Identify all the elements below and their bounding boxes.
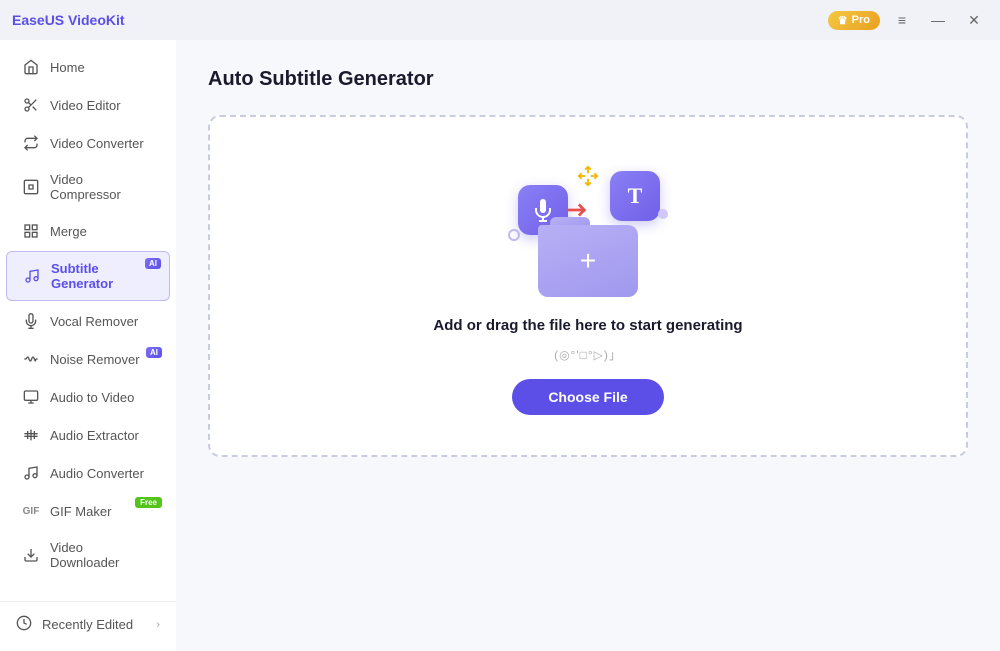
sidebar-item-label: Video Compressor: [50, 172, 154, 202]
subtitle-icon: [23, 267, 41, 285]
clock-icon: [16, 615, 32, 634]
recently-edited-label: Recently Edited: [42, 617, 133, 632]
chevron-right-icon: ›: [156, 619, 160, 631]
minimize-button[interactable]: —: [924, 6, 952, 34]
folder-body: +: [538, 225, 638, 297]
sidebar-item-video-editor[interactable]: Video Editor: [6, 87, 170, 123]
circle-decoration-1: [508, 229, 520, 241]
illustration: T +: [508, 157, 668, 297]
drop-zone[interactable]: T + Add or drag the file here to start g…: [208, 115, 968, 457]
sidebar-item-label: Subtitle Generator: [51, 261, 153, 291]
extractor-icon: [22, 426, 40, 444]
drop-zone-text: Add or drag the file here to start gener…: [433, 317, 742, 334]
merge-icon: [22, 222, 40, 240]
choose-file-button[interactable]: Choose File: [512, 379, 663, 415]
sidebar: Home Video Editor Video Converter Video …: [0, 40, 176, 651]
sidebar-item-audio-extractor[interactable]: Audio Extractor: [6, 417, 170, 453]
sidebar-item-video-converter[interactable]: Video Converter: [6, 125, 170, 161]
sidebar-item-label: Noise Remover: [50, 352, 140, 367]
app-body: Home Video Editor Video Converter Video …: [0, 40, 1000, 651]
download-icon: [22, 546, 40, 564]
main-content: Auto Subtitle Generator: [176, 40, 1000, 651]
sidebar-item-label: Vocal Remover: [50, 314, 138, 329]
sidebar-item-label: Audio Converter: [50, 466, 144, 481]
sidebar-item-label: Video Downloader: [50, 540, 154, 570]
gif-icon: GIF: [22, 502, 40, 520]
sidebar-item-audio-converter[interactable]: Audio Converter: [6, 455, 170, 491]
sidebar-item-label: Video Converter: [50, 136, 144, 151]
app-logo: EaseUS VideoKit: [12, 12, 125, 28]
page-title: Auto Subtitle Generator: [208, 68, 968, 91]
sidebar-item-merge[interactable]: Merge: [6, 213, 170, 249]
compress-icon: [577, 165, 599, 192]
sidebar-item-label: Audio Extractor: [50, 428, 139, 443]
t-card: T: [610, 171, 660, 221]
sidebar-item-label: Video Editor: [50, 98, 121, 113]
menu-button[interactable]: ≡: [888, 6, 916, 34]
audio-video-icon: [22, 388, 40, 406]
sidebar-bottom: Recently Edited ›: [0, 601, 176, 643]
sidebar-item-noise-remover[interactable]: Noise Remover AI: [6, 341, 170, 377]
free-badge: Free: [135, 497, 162, 508]
sidebar-item-video-compressor[interactable]: Video Compressor: [6, 163, 170, 211]
sidebar-item-label: Merge: [50, 224, 87, 239]
scissors-icon: [22, 96, 40, 114]
compressor-icon: [22, 178, 40, 196]
recently-edited-item[interactable]: Recently Edited ›: [0, 606, 176, 643]
ai-badge: AI: [145, 258, 161, 269]
sidebar-item-video-downloader[interactable]: Video Downloader: [6, 531, 170, 579]
home-icon: [22, 58, 40, 76]
folder-plus-icon: +: [580, 247, 596, 275]
close-button[interactable]: ✕: [960, 6, 988, 34]
converter-icon: [22, 134, 40, 152]
mic-icon: [22, 312, 40, 330]
circle-decoration-2: [658, 209, 668, 219]
sidebar-item-audio-to-video[interactable]: Audio to Video: [6, 379, 170, 415]
window-controls: ♛ Pro ≡ — ✕: [828, 6, 988, 34]
noise-icon: [22, 350, 40, 368]
sidebar-item-subtitle-generator[interactable]: Subtitle Generator AI: [6, 251, 170, 301]
sidebar-item-label: Audio to Video: [50, 390, 134, 405]
drop-zone-subtext: (◎°'□°▷)」: [554, 346, 622, 363]
ai-badge: AI: [146, 347, 162, 358]
titlebar: EaseUS VideoKit ♛ Pro ≡ — ✕: [0, 0, 1000, 40]
pro-badge[interactable]: ♛ Pro: [828, 11, 880, 30]
crown-icon: ♛: [838, 14, 848, 27]
sidebar-item-home[interactable]: Home: [6, 49, 170, 85]
sidebar-item-vocal-remover[interactable]: Vocal Remover: [6, 303, 170, 339]
sidebar-item-label: GIF Maker: [50, 504, 111, 519]
audio-icon: [22, 464, 40, 482]
sidebar-item-gif-maker[interactable]: GIF GIF Maker Free: [6, 493, 170, 529]
sidebar-item-label: Home: [50, 60, 85, 75]
